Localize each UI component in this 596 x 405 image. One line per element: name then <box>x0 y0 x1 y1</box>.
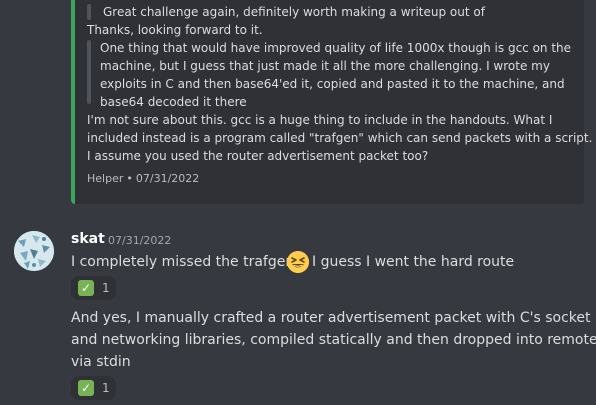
embed-text-line: included instead is a program called "tr… <box>87 131 593 145</box>
quote-line: exploits in C and then base64'ed it, cop… <box>100 77 565 91</box>
message-text: I guess I went the hard route <box>312 254 515 270</box>
avatar-pattern-icon <box>14 231 54 271</box>
quote-line: machine, but I guess that just made it a… <box>100 59 550 73</box>
message-text: via stdin <box>71 354 131 370</box>
quote-line: One thing that would have improved quali… <box>100 41 572 55</box>
embed-text-line: I'm not sure about this. gcc is a huge t… <box>87 113 553 127</box>
message-timestamp: 07/31/2022 <box>108 234 172 247</box>
embed-footer: Helper • 07/31/2022 <box>87 172 199 185</box>
embed-footer-author: Helper <box>87 172 124 185</box>
quote-line: base64 decoded it there <box>100 95 247 109</box>
reaction-count: 1 <box>102 281 110 295</box>
grinning-squinting-face-icon <box>287 251 309 273</box>
embed-footer-separator: • <box>126 172 133 185</box>
reaction-check[interactable]: ✓ 1 <box>71 276 116 300</box>
quote-bar <box>87 4 91 20</box>
embed-text-line: Thanks, looking forward to it. <box>87 23 263 37</box>
white-check-mark-icon: ✓ <box>78 280 94 296</box>
embed-footer-date: 07/31/2022 <box>135 172 200 185</box>
message-author[interactable]: skat <box>71 231 105 247</box>
message-text: And yes, I manually crafted a router adv… <box>71 310 591 326</box>
embed-text-line: I assume you used the router advertiseme… <box>87 149 429 163</box>
quote-bar <box>87 40 91 104</box>
white-check-mark-icon: ✓ <box>78 380 94 396</box>
reaction-count: 1 <box>102 381 110 395</box>
message-text: I completely missed the trafgen! <box>71 254 300 270</box>
reaction-check[interactable]: ✓ 1 <box>71 376 116 400</box>
message-text: and networking libraries, compiled stati… <box>71 332 596 348</box>
quoted-message-embed: Great challenge again, definitely worth … <box>71 0 592 204</box>
quote-line: Great challenge again, definitely worth … <box>103 5 485 19</box>
user-avatar[interactable] <box>14 231 54 271</box>
